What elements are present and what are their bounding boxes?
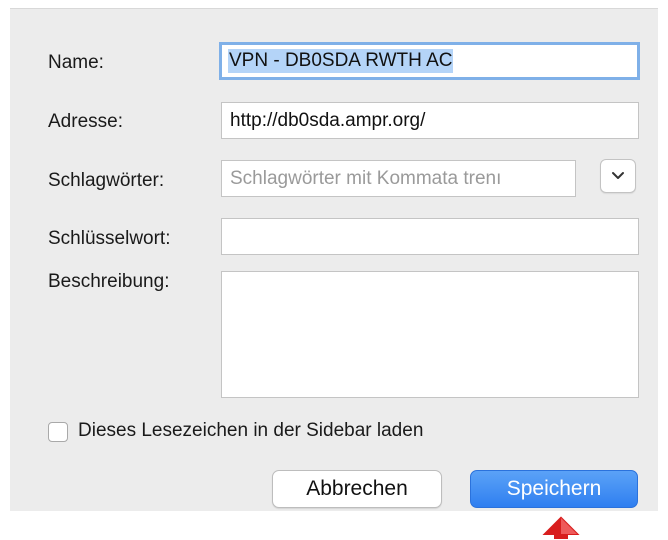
description-field[interactable]: [221, 271, 639, 398]
save-button[interactable]: Speichern: [470, 470, 638, 508]
arrow-cursor-icon: [538, 514, 584, 540]
address-label: Adresse:: [48, 111, 123, 132]
keyword-label: Schlüsselwort:: [48, 228, 171, 249]
tags-label: Schlagwörter:: [48, 170, 165, 191]
name-label: Name:: [48, 52, 104, 73]
address-field[interactable]: http://db0sda.ampr.org/: [221, 102, 639, 139]
name-field-value: VPN - DB0SDA RWTH AC: [228, 49, 454, 73]
tags-dropdown-button[interactable]: [600, 159, 636, 193]
sidebar-checkbox-label: Dieses Lesezeichen in der Sidebar laden: [78, 420, 424, 441]
name-field[interactable]: VPN - DB0SDA RWTH AC: [219, 42, 640, 80]
tags-field[interactable]: Schlagwörter mit Kommata trenı: [221, 160, 576, 197]
description-label: Beschreibung:: [48, 271, 170, 292]
keyword-field[interactable]: [221, 218, 639, 255]
cancel-button[interactable]: Abbrechen: [272, 470, 442, 508]
chevron-down-icon: [612, 172, 624, 179]
sidebar-checkbox[interactable]: [48, 422, 68, 442]
